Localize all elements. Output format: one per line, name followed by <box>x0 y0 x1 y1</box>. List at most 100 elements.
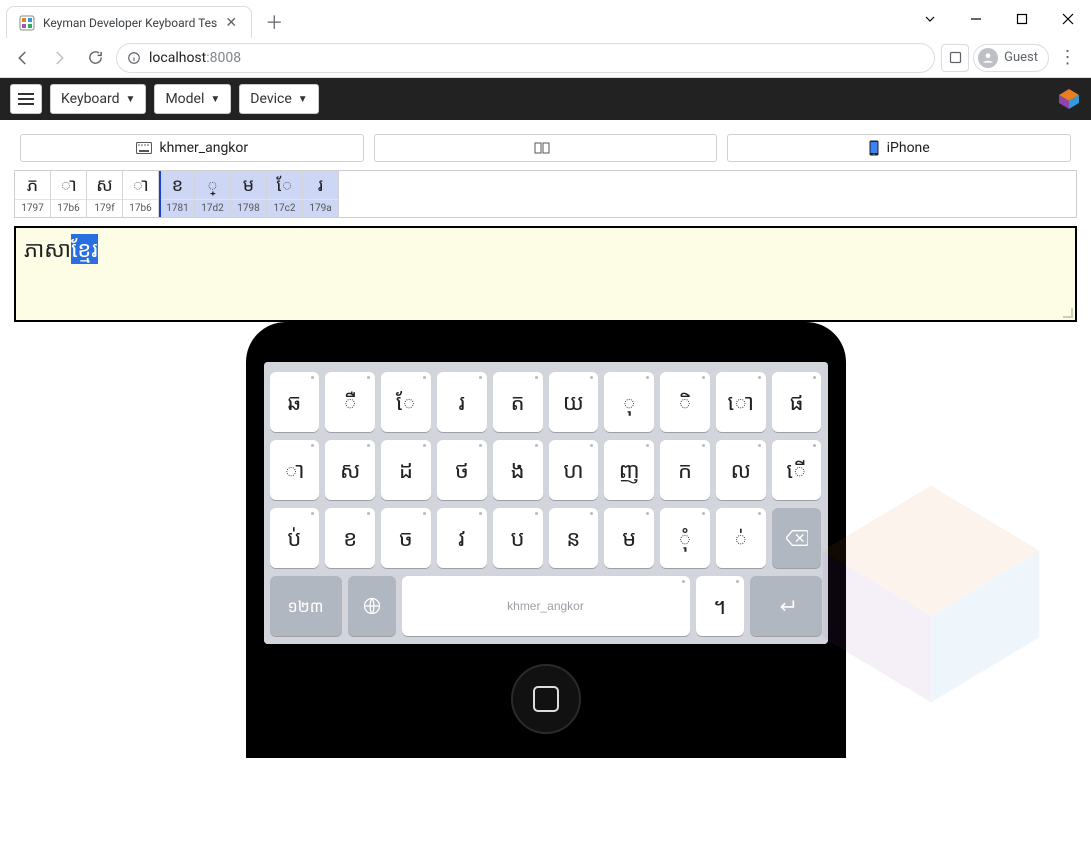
status-device-label: iPhone <box>887 140 930 156</box>
codepoint-cell[interactable]: ភ1797 <box>15 171 51 217</box>
codepoint-cell[interactable]: រ179a <box>303 171 339 217</box>
keyboard-key[interactable]: ក <box>660 440 710 500</box>
codepoint-cell[interactable]: ខ1781 <box>159 171 195 217</box>
model-dropdown[interactable]: Model▼ <box>154 84 231 114</box>
codepoint-cell[interactable]: ្17d2 <box>195 171 231 217</box>
status-row: khmer_angkor iPhone <box>6 126 1085 170</box>
browser-titlebar: Keyman Developer Keyboard Tes ✕ ＋ <box>0 0 1091 38</box>
codepoint-hex: 179a <box>303 199 338 217</box>
keyboard-key[interactable]: ិ <box>660 372 710 432</box>
hamburger-menu-button[interactable] <box>10 84 42 114</box>
phone-preview: ឆឺែរតយុិោផ ាសដថងហញកលើ ប់ខចវបនមុំ់ ១២៣ khm… <box>0 322 1091 758</box>
keyboard-key[interactable]: ែ <box>381 372 431 432</box>
browser-menu-icon[interactable]: ⋮ <box>1053 43 1083 73</box>
window-minimize-icon[interactable] <box>953 0 999 38</box>
codepoint-hex: 17b6 <box>51 199 86 217</box>
nav-reload-icon[interactable] <box>80 43 110 73</box>
keyboard-key[interactable]: ថ <box>437 440 487 500</box>
keyboard-key[interactable]: ប់ <box>270 508 320 568</box>
profile-label: Guest <box>1004 50 1038 65</box>
browser-tab[interactable]: Keyman Developer Keyboard Tes ✕ <box>6 6 252 38</box>
phone-home-button[interactable] <box>511 664 581 734</box>
keyboard-key[interactable]: ង <box>493 440 543 500</box>
window-chevron-icon[interactable] <box>907 0 953 38</box>
keyboard-key[interactable]: រ <box>437 372 487 432</box>
profile-button[interactable]: Guest <box>973 44 1049 72</box>
keyboard-dropdown[interactable]: Keyboard ▼ <box>50 84 146 114</box>
window-close-icon[interactable] <box>1045 0 1091 38</box>
keyboard-key[interactable]: ប <box>493 508 543 568</box>
keyboard-key[interactable]: ស <box>325 440 375 500</box>
keyboard-key[interactable]: ឆ <box>270 372 320 432</box>
status-keyboard[interactable]: khmer_angkor <box>20 134 364 162</box>
text-plain: ភាសា <box>24 234 71 264</box>
tab-close-icon[interactable]: ✕ <box>223 15 239 31</box>
enter-key[interactable] <box>750 576 822 636</box>
keyboard-key[interactable]: ម <box>604 508 654 568</box>
codepoint-hex: 17d2 <box>195 199 230 217</box>
keyboard-key[interactable]: ខ <box>325 508 375 568</box>
book-icon <box>534 142 550 154</box>
codepoint-hex: 1797 <box>15 199 50 217</box>
codepoint-cell[interactable]: ែ17c2 <box>267 171 303 217</box>
codepoint-hex: 17b6 <box>123 199 158 217</box>
keyboard-key[interactable]: ន <box>549 508 599 568</box>
home-square-icon <box>533 686 559 712</box>
codepoint-cell[interactable]: ា17b6 <box>123 171 159 217</box>
backspace-key[interactable] <box>772 508 822 568</box>
keyboard-key[interactable]: ើ <box>772 440 822 500</box>
keyboard-dropdown-label: Keyboard <box>61 91 120 107</box>
status-model[interactable] <box>374 134 718 162</box>
globe-key[interactable] <box>348 576 396 636</box>
window-maximize-icon[interactable] <box>999 0 1045 38</box>
extensions-icon[interactable] <box>941 44 969 72</box>
keyboard-key[interactable]: ់ <box>716 508 766 568</box>
keyboard-key[interactable]: ុំ <box>660 508 710 568</box>
chevron-down-icon: ▼ <box>210 94 220 105</box>
codepoint-cell[interactable]: ម1798 <box>231 171 267 217</box>
nav-forward-icon <box>44 43 74 73</box>
codepoint-strip: ភ1797ា17b6ស179fា17b6ខ1781្17d2ម1798ែ17c2… <box>14 170 1077 218</box>
codepoint-hex: 17c2 <box>267 199 302 217</box>
codepoint-glyph: ស <box>87 171 122 199</box>
text-selected: ខ្មែរ <box>71 234 98 264</box>
site-info-icon[interactable] <box>127 51 141 65</box>
keyboard-key[interactable]: ញ <box>604 440 654 500</box>
keyboard-icon <box>136 142 152 154</box>
keyboard-key[interactable]: ា <box>270 440 320 500</box>
codepoint-cell[interactable]: ា17b6 <box>51 171 87 217</box>
resize-handle-icon[interactable] <box>1061 306 1073 318</box>
device-dropdown[interactable]: Device▼ <box>239 84 318 114</box>
keyboard-key[interactable]: ច <box>381 508 431 568</box>
keyboard-key[interactable]: ដ <box>381 440 431 500</box>
new-tab-button[interactable]: ＋ <box>260 8 288 36</box>
app-toolbar: Keyboard ▼ Model▼ Device▼ <box>0 78 1091 120</box>
spacebar-key[interactable]: khmer_angkor <box>402 576 690 636</box>
codepoint-hex: 179f <box>87 199 122 217</box>
keyboard-key[interactable]: ផ <box>772 372 822 432</box>
numbers-key[interactable]: ១២៣ <box>270 576 342 636</box>
keyboard-key[interactable]: ុ <box>604 372 654 432</box>
window-controls <box>907 0 1091 38</box>
keyboard-key[interactable]: ល <box>716 440 766 500</box>
keyboard-key[interactable]: ត <box>493 372 543 432</box>
chevron-down-icon: ▼ <box>126 94 136 105</box>
keyboard-key[interactable]: វ <box>437 508 487 568</box>
text-input-area[interactable]: ភាសាខ្មែរ <box>14 226 1077 322</box>
avatar-icon <box>978 48 998 68</box>
phone-screen: ឆឺែរតយុិោផ ាសដថងហញកលើ ប់ខចវបនមុំ់ ១២៣ khm… <box>264 362 828 644</box>
chevron-down-icon: ▼ <box>298 94 308 105</box>
codepoint-glyph: ម <box>231 171 266 199</box>
punctuation-key[interactable]: ។ <box>696 576 744 636</box>
keyboard-key[interactable]: ហ <box>549 440 599 500</box>
codepoint-glyph: រ <box>303 171 338 199</box>
keyboard-key[interactable]: ោ <box>716 372 766 432</box>
codepoint-hex: 1781 <box>161 199 194 217</box>
keyboard-key[interactable]: យ <box>549 372 599 432</box>
nav-back-icon[interactable] <box>8 43 38 73</box>
keyboard-key[interactable]: ឺ <box>325 372 375 432</box>
status-device[interactable]: iPhone <box>727 134 1071 162</box>
url-input[interactable]: localhost:8008 <box>116 43 935 73</box>
codepoint-glyph: ្ <box>195 171 230 199</box>
codepoint-cell[interactable]: ស179f <box>87 171 123 217</box>
